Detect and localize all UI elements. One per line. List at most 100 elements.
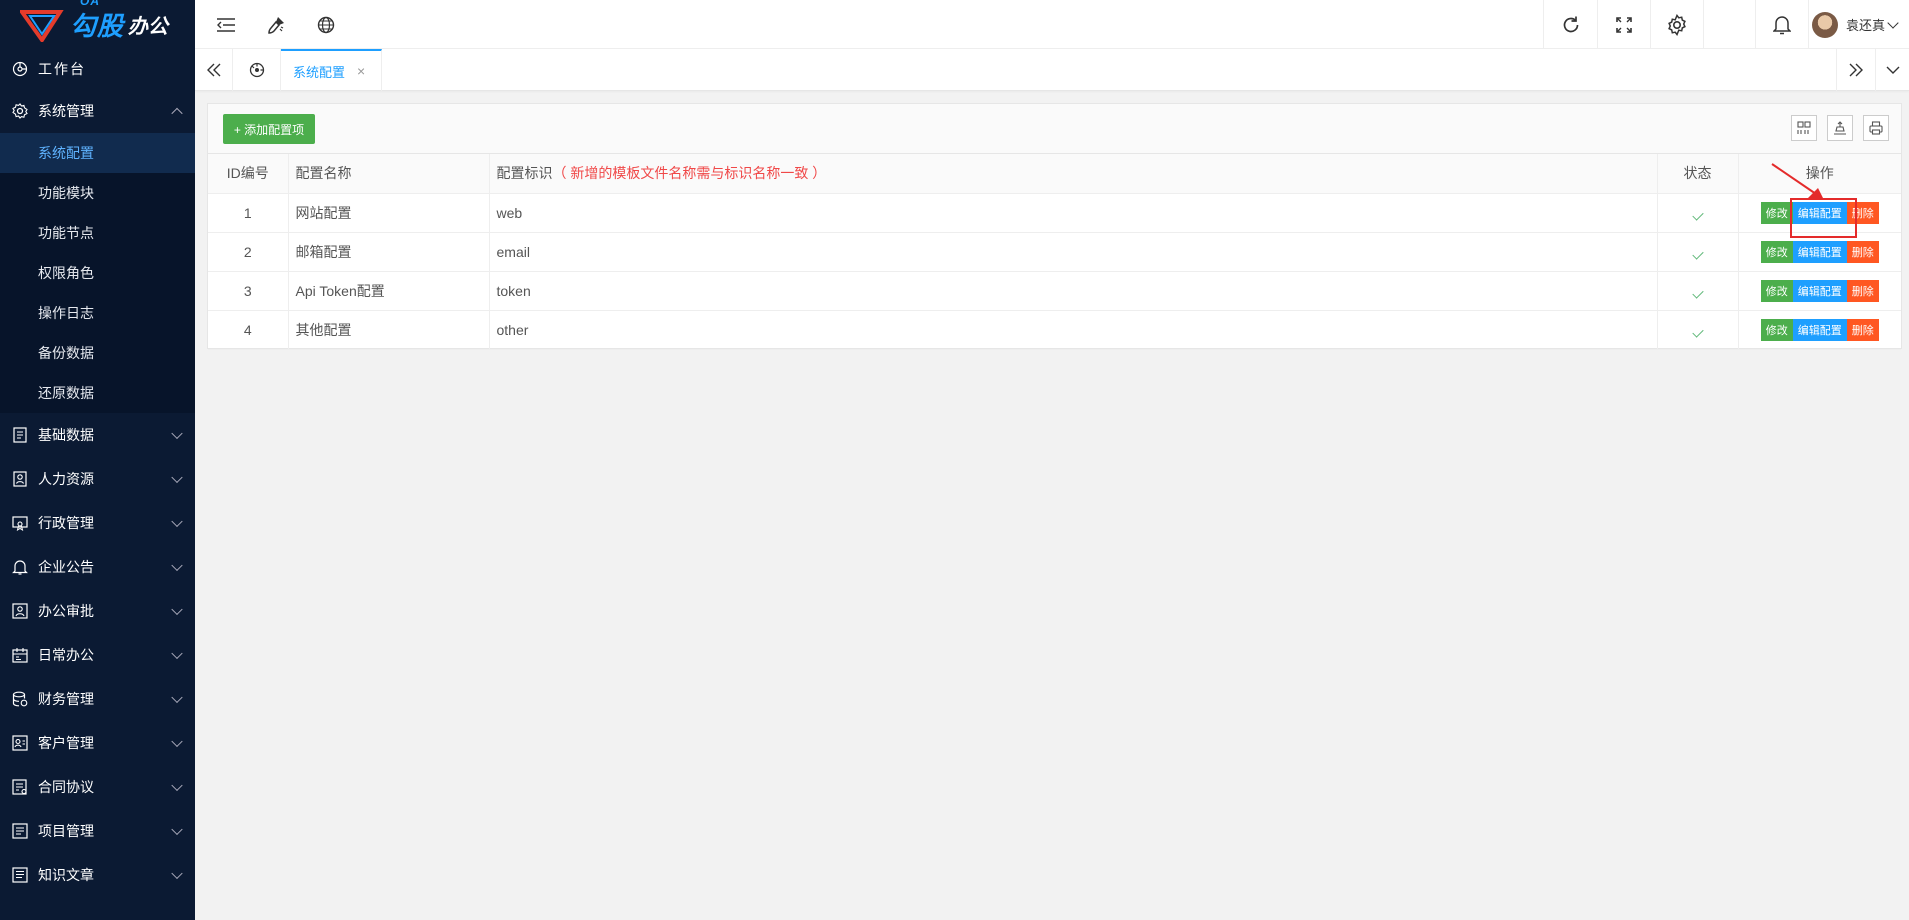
edit-button[interactable]: 修改: [1760, 318, 1793, 341]
chevron-down-icon: [171, 427, 183, 440]
sidebar-item-finance[interactable]: 财务管理: [0, 677, 195, 721]
sidebar-item-basic-data[interactable]: 基础数据: [0, 413, 195, 457]
table-header-row: ID编号 配置名称 配置标识（ 新增的模板文件名称需与标识名称一致 ） 状态 操…: [208, 154, 1901, 194]
sidebar-item-label: 企业公告: [38, 559, 94, 575]
edit-config-button[interactable]: 编辑配置: [1792, 240, 1847, 263]
cell-id: 2: [208, 232, 289, 272]
globe-icon[interactable]: [311, 0, 341, 49]
edit-button[interactable]: 修改: [1760, 279, 1793, 302]
project-icon: [12, 823, 28, 839]
chevron-up-icon: [171, 107, 183, 120]
tabs-scroll-left-icon[interactable]: [195, 49, 233, 91]
brand-sub: 办公: [128, 16, 169, 38]
chevron-down-icon: [171, 867, 183, 880]
gear-icon[interactable]: [1651, 0, 1703, 49]
sidebar-item-customer[interactable]: 客户管理: [0, 721, 195, 765]
delete-button[interactable]: 删除: [1846, 279, 1879, 302]
sidebar-item-label: 客户管理: [38, 735, 94, 751]
sidebar-item-admin[interactable]: 行政管理: [0, 501, 195, 545]
bell-icon[interactable]: [1756, 0, 1808, 49]
edit-config-button[interactable]: 编辑配置: [1792, 318, 1847, 341]
edit-button[interactable]: 修改: [1760, 240, 1793, 263]
delete-button[interactable]: 删除: [1846, 240, 1879, 263]
close-icon[interactable]: ×: [357, 63, 365, 79]
customer-icon: [12, 735, 28, 751]
cell-name: 其他配置: [288, 310, 490, 350]
export-icon[interactable]: [1827, 115, 1853, 141]
edit-config-button[interactable]: 编辑配置: [1792, 279, 1847, 302]
chevron-down-icon: [171, 823, 183, 836]
print-icon[interactable]: [1863, 115, 1889, 141]
top-header: 袁还真: [195, 0, 1909, 49]
sidebar-item-system[interactable]: 系统管理: [0, 89, 195, 133]
sidebar-subitem-backup[interactable]: 备份数据: [0, 333, 195, 373]
chevron-down-icon: [171, 603, 183, 616]
sidebar-item-notice[interactable]: 企业公告: [0, 545, 195, 589]
sidebar-subitem-nodes[interactable]: 功能节点: [0, 213, 195, 253]
sidebar-subitem-logs[interactable]: 操作日志: [0, 293, 195, 333]
col-key: 配置标识（ 新增的模板文件名称需与标识名称一致 ）: [489, 154, 1658, 194]
annotation-highlight-box: [1790, 198, 1857, 238]
fullscreen-icon[interactable]: [1598, 0, 1650, 49]
user-card-icon: [12, 471, 28, 487]
refresh-icon[interactable]: [1544, 0, 1597, 49]
col-id: ID编号: [208, 154, 289, 194]
sidebar-item-project[interactable]: 项目管理: [0, 809, 195, 853]
check-icon: [1691, 286, 1704, 299]
sidebar-subitem-restore[interactable]: 还原数据: [0, 373, 195, 413]
certificate-icon: [12, 515, 28, 531]
cell-status: [1657, 310, 1739, 350]
check-icon: [1691, 208, 1704, 221]
table-row: 4 其他配置 other 修改 编辑配置 删除: [208, 310, 1901, 350]
add-config-button[interactable]: + 添加配置项: [223, 114, 315, 144]
check-icon: [1691, 325, 1704, 338]
sidebar-item-label: 系统管理: [38, 103, 94, 119]
sidebar-item-label: 知识文章: [38, 867, 94, 883]
theme-brush-icon[interactable]: [261, 0, 291, 49]
tab-home[interactable]: [233, 49, 281, 91]
cell-key: token: [489, 271, 1658, 311]
chevron-down-icon: [171, 559, 183, 572]
chevron-down-icon: [1887, 16, 1899, 29]
sidebar-item-daily[interactable]: 日常办公: [0, 633, 195, 677]
col-key-note: （ 新增的模板文件名称需与标识名称一致 ）: [552, 165, 827, 182]
sidebar-item-label: 日常办公: [38, 647, 94, 663]
chevron-down-icon: [171, 779, 183, 792]
user-name: 袁还真: [1845, 18, 1885, 33]
tab-label: 系统配置: [293, 64, 346, 80]
logo-icon: [20, 9, 64, 42]
sidebar-subitem-roles[interactable]: 权限角色: [0, 253, 195, 293]
table-row: 1 网站配置 web 修改 编辑配置 删除: [208, 193, 1901, 233]
table-row: 3 Api Token配置 token 修改 编辑配置 删除: [208, 271, 1901, 311]
brand-name: OA 勾股: [70, 0, 125, 41]
logo[interactable]: OA 勾股 办公: [0, 0, 195, 49]
sidebar-item-label: 项目管理: [38, 823, 94, 839]
cell-id: 3: [208, 271, 289, 311]
tab-system-config[interactable]: 系统配置 ×: [281, 49, 382, 91]
sidebar-item-label: 办公审批: [38, 603, 94, 619]
database-icon: [12, 691, 28, 707]
chevron-down-icon: [171, 647, 183, 660]
cell-key: other: [489, 310, 1658, 350]
col-status: 状态: [1657, 154, 1739, 194]
sidebar-subitem-system-config[interactable]: 系统配置: [0, 133, 195, 173]
columns-filter-icon[interactable]: [1791, 115, 1817, 141]
cell-status: [1657, 232, 1739, 272]
sidebar-item-workbench[interactable]: 工作台: [0, 49, 195, 89]
menu-collapse-icon[interactable]: [211, 0, 241, 49]
sidebar-subitem-modules[interactable]: 功能模块: [0, 173, 195, 213]
cell-id: 4: [208, 310, 289, 350]
article-icon: [12, 867, 28, 883]
sidebar-item-hr[interactable]: 人力资源: [0, 457, 195, 501]
delete-button[interactable]: 删除: [1846, 318, 1879, 341]
user-menu[interactable]: 袁还真: [1811, 0, 1899, 49]
config-table-panel: + 添加配置项 ID编号 配置名称 配置标识（ 新增的模板文件名称需与标识名称一…: [207, 103, 1902, 350]
tabs-dropdown-icon[interactable]: [1876, 49, 1909, 91]
col-key-label: 配置标识: [496, 165, 553, 182]
sidebar-item-contract[interactable]: 合同协议: [0, 765, 195, 809]
tabs-scroll-right-icon[interactable]: [1836, 49, 1876, 91]
workbench-icon: [12, 61, 28, 77]
sidebar-item-knowledge[interactable]: 知识文章: [0, 853, 195, 897]
sidebar-item-approval[interactable]: 办公审批: [0, 589, 195, 633]
cell-name: 网站配置: [288, 193, 490, 233]
